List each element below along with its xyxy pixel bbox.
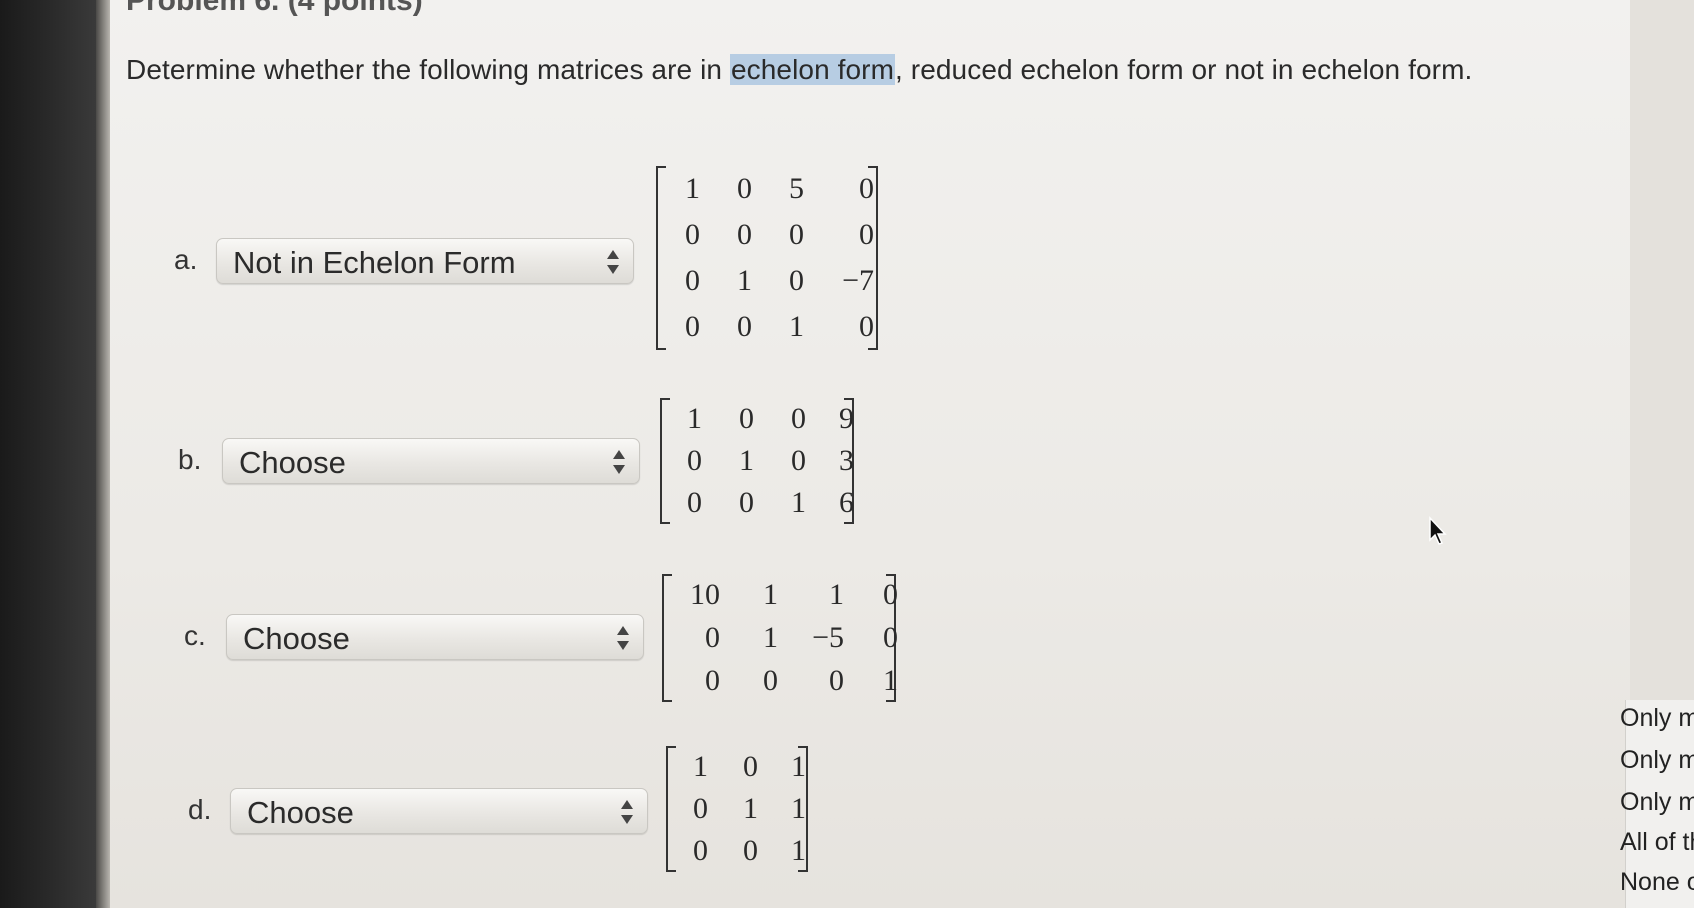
- matrix-cell: 1: [791, 486, 806, 519]
- updown-chevron-icon: [621, 800, 633, 824]
- matrix-d: 101011001: [666, 746, 808, 872]
- matrix-cell: 1: [763, 620, 778, 654]
- matrix-cell: 1: [693, 750, 708, 783]
- matrix-a-cells: 1 0 5 0 0 0 0 0 0 1 0 −7 0 0 1 0: [670, 166, 874, 350]
- side-option-4[interactable]: All of th: [1620, 828, 1694, 857]
- matrix-cell: 1: [791, 834, 806, 867]
- matrix-a: 1 0 5 0 0 0 0 0 0 1 0 −7 0 0 1 0: [656, 166, 878, 350]
- matrix-cell: 6: [839, 486, 854, 519]
- matrix-cell: 0: [883, 620, 898, 654]
- matrix-cell: 1: [791, 792, 806, 825]
- left-bracket: [660, 398, 670, 524]
- matrix-cell: 0: [685, 264, 700, 297]
- matrix-c: 10 1 1 0 0 1 −5 0 0 0 0 1: [662, 574, 898, 702]
- question-a-select[interactable]: Not in Echelon Form: [216, 238, 634, 284]
- question-d-label: d.: [188, 794, 212, 825]
- matrix-cell: 3: [839, 444, 854, 477]
- screen-edge: [96, 0, 110, 908]
- left-bracket: [666, 746, 676, 872]
- matrix-cell: 1: [685, 172, 700, 205]
- matrix-cell: 0: [737, 172, 752, 205]
- highlighted-selection: echelon form: [729, 54, 896, 85]
- matrix-cell: 0: [685, 310, 700, 343]
- matrix-cell: 0: [859, 172, 874, 205]
- matrix-cell: 5: [789, 172, 804, 205]
- left-bracket: [662, 574, 672, 702]
- side-option-5[interactable]: None o: [1620, 868, 1694, 897]
- matrix-b: 100901030016: [660, 398, 854, 524]
- matrix-cell: 0: [693, 792, 708, 825]
- instructions-text-before: Determine whether the following matrices…: [126, 54, 730, 85]
- problem-instructions: Determine whether the following matrices…: [126, 54, 1472, 86]
- instructions-text-after: , reduced echelon form or not in echelon…: [895, 54, 1473, 85]
- side-option-1[interactable]: Only m: [1620, 704, 1694, 733]
- matrix-cell: 1: [739, 444, 754, 477]
- matrix-cell: 0: [883, 578, 898, 612]
- matrix-c-cells: 10 1 1 0 0 1 −5 0 0 0 0 1: [676, 574, 898, 702]
- side-option-2[interactable]: Only m: [1620, 746, 1694, 775]
- question-a-selected-value: Not in Echelon Form: [233, 245, 516, 280]
- matrix-cell: 0: [737, 218, 752, 251]
- matrix-cell: 0: [743, 750, 758, 783]
- matrix-cell: 0: [763, 663, 778, 697]
- matrix-cell: 1: [829, 578, 844, 612]
- matrix-cell: 0: [789, 218, 804, 251]
- problem-heading: Problem 6. (4 points): [126, 0, 423, 17]
- matrix-cell: 0: [739, 486, 754, 519]
- question-c-select[interactable]: Choose: [226, 614, 644, 660]
- updown-chevron-icon: [617, 626, 629, 650]
- updown-chevron-icon: [613, 450, 625, 474]
- matrix-cell: 1: [883, 663, 898, 697]
- question-c-label: c.: [184, 620, 206, 651]
- matrix-b-cells: 100901030016: [674, 398, 854, 524]
- question-b-selected-value: Choose: [239, 445, 346, 480]
- matrix-cell: 10: [690, 578, 720, 612]
- matrix-cell: 0: [685, 218, 700, 251]
- matrix-cell: 1: [737, 264, 752, 297]
- matrix-cell: 0: [687, 444, 702, 477]
- matrix-d-cells: 101011001: [680, 746, 806, 872]
- question-d-selected-value: Choose: [247, 795, 354, 830]
- matrix-cell: 0: [737, 310, 752, 343]
- matrix-cell: 0: [791, 444, 806, 477]
- updown-chevron-icon: [607, 250, 619, 274]
- left-bracket: [656, 166, 666, 350]
- side-option-3[interactable]: Only m: [1620, 788, 1694, 817]
- matrix-cell: 0: [693, 834, 708, 867]
- question-d-select[interactable]: Choose: [230, 788, 648, 834]
- matrix-cell: 0: [791, 402, 806, 435]
- question-b-select[interactable]: Choose: [222, 438, 640, 484]
- matrix-cell: 1: [743, 792, 758, 825]
- matrix-cell: 1: [791, 750, 806, 783]
- matrix-cell: 0: [743, 834, 758, 867]
- mouse-pointer-icon: [1429, 516, 1447, 545]
- matrix-cell: 1: [687, 402, 702, 435]
- question-b-label: b.: [178, 444, 202, 475]
- monitor-bezel: [0, 0, 96, 908]
- matrix-cell: 0: [705, 620, 720, 654]
- matrix-cell: 0: [789, 264, 804, 297]
- matrix-cell: −7: [842, 264, 874, 297]
- matrix-cell: 1: [763, 578, 778, 612]
- matrix-cell: 0: [859, 218, 874, 251]
- matrix-cell: 0: [705, 663, 720, 697]
- matrix-cell: 0: [687, 486, 702, 519]
- matrix-cell: 0: [829, 663, 844, 697]
- matrix-cell: −5: [812, 620, 844, 654]
- matrix-cell: 0: [739, 402, 754, 435]
- question-c-selected-value: Choose: [243, 621, 350, 656]
- matrix-cell: 0: [859, 310, 874, 343]
- matrix-cell: 1: [789, 310, 804, 343]
- question-a-label: a.: [174, 244, 198, 275]
- matrix-cell: 9: [839, 402, 854, 435]
